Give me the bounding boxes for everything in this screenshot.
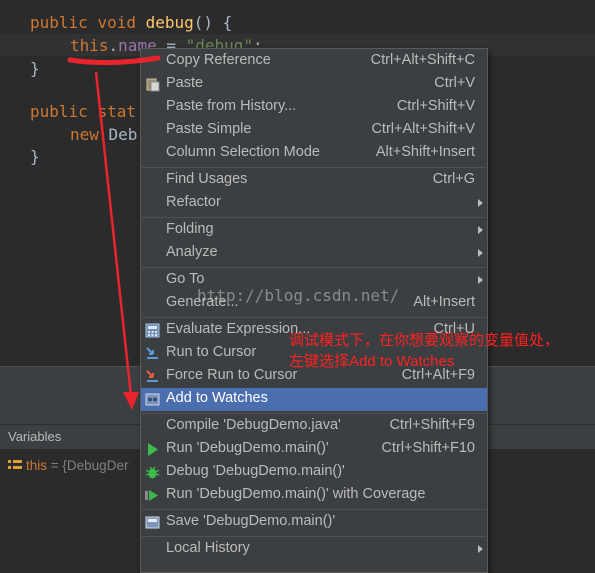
menu-separator (142, 267, 486, 268)
menu-item-compile[interactable]: Compile 'DebugDemo.java' Ctrl+Shift+F9 (141, 415, 487, 438)
menu-separator (142, 167, 486, 168)
code-text: () { (193, 13, 233, 32)
menu-item-label: Refactor (166, 194, 221, 210)
menu-separator (142, 217, 486, 218)
menu-item-label: Run 'DebugDemo.main()' with Coverage (166, 486, 426, 502)
menu-item-shortcut: Alt+Shift+Insert (375, 144, 475, 160)
menu-item-find-usages[interactable]: Find Usages Ctrl+G (141, 169, 487, 192)
menu-item-refactor[interactable]: Refactor (141, 192, 487, 215)
code-line-6[interactable]: } (30, 147, 40, 167)
menu-item-shortcut: Ctrl+Alt+Shift+C (370, 52, 475, 68)
menu-item-label: Debug 'DebugDemo.main()' (166, 463, 345, 479)
variable-value: = {DebugDer (47, 458, 129, 473)
variable-row[interactable]: this = {DebugDer (8, 458, 128, 473)
menu-item-label: Save 'DebugDemo.main()' (166, 513, 336, 529)
code-text: . (108, 36, 119, 55)
variable-name: this (26, 458, 48, 473)
annotation-note-line-2: 左键选择Add to Watches (289, 353, 455, 370)
code-line-3[interactable]: } (30, 59, 40, 79)
coverage-icon (145, 490, 158, 501)
method-name: debug (145, 13, 194, 32)
run-icon (148, 443, 158, 456)
variable-icon (8, 460, 22, 469)
menu-item-label: Run to Cursor (166, 344, 257, 360)
menu-item-paste-from-history[interactable]: Paste from History... Ctrl+Shift+V (141, 96, 487, 119)
run-to-cursor-icon (146, 347, 158, 359)
menu-item-label: Force Run to Cursor (166, 367, 298, 383)
annotation-note: 调试模式下，在你想要观察的变量值处， 左键选择Add to Watches (289, 330, 559, 372)
menu-separator (142, 317, 486, 318)
menu-item-debug-main[interactable]: Debug 'DebugDemo.main()' (141, 461, 487, 484)
keyword: this (70, 36, 109, 55)
menu-item-shortcut: Ctrl+Shift+F10 (381, 440, 476, 456)
editor-context-menu: Copy Reference Ctrl+Alt+Shift+C Paste Ct… (140, 48, 488, 573)
keyword: new (70, 125, 99, 144)
menu-item-label: Run 'DebugDemo.main()' (166, 440, 329, 456)
debug-icon (145, 466, 160, 479)
code-line-5[interactable]: new Deb (70, 125, 137, 145)
menu-item-local-history[interactable]: Local History (141, 538, 487, 561)
menu-item-label: Column Selection Mode (166, 144, 320, 160)
menu-item-paste-simple[interactable]: Paste Simple Ctrl+Alt+Shift+V (141, 119, 487, 142)
menu-item-add-to-watches[interactable]: Add to Watches (141, 388, 487, 411)
submenu-arrow-icon (478, 249, 483, 257)
keyword: stat (97, 102, 136, 121)
menu-item-save-configuration[interactable]: Save 'DebugDemo.main()' (141, 511, 487, 534)
annotation-note-line-1: 调试模式下，在你想要观察的变量值处， (289, 332, 560, 349)
menu-item-label: Local History (166, 540, 250, 556)
keyword: void (97, 13, 136, 32)
watermark-text: http://blog.csdn.net/ (197, 286, 400, 305)
menu-separator (142, 536, 486, 537)
paste-icon (146, 78, 160, 92)
menu-item-shortcut: Ctrl+G (432, 171, 475, 187)
menu-item-label: Analyze (166, 244, 218, 260)
menu-item-run-main[interactable]: Run 'DebugDemo.main()' Ctrl+Shift+F10 (141, 438, 487, 461)
menu-item-shortcut: Ctrl+Alt+Shift+V (371, 121, 475, 137)
menu-item-label: Find Usages (166, 171, 248, 187)
menu-item-label: Add to Watches (166, 390, 268, 406)
menu-item-label: Paste (166, 75, 204, 91)
menu-item-column-selection-mode[interactable]: Column Selection Mode Alt+Shift+Insert (141, 142, 487, 165)
menu-item-label: Paste from History... (166, 98, 297, 114)
menu-item-label: Folding (166, 221, 214, 237)
menu-item-shortcut: Ctrl+V (434, 75, 475, 91)
submenu-arrow-icon (478, 276, 483, 284)
keyword: public (30, 13, 88, 32)
watch-icon (145, 393, 160, 406)
submenu-arrow-icon (478, 545, 483, 553)
menu-item-label: Go To (166, 271, 205, 287)
variables-title: Variables (8, 429, 62, 444)
menu-item-label: Paste Simple (166, 121, 252, 137)
menu-item-shortcut: Ctrl+Shift+V (396, 98, 475, 114)
menu-item-folding[interactable]: Folding (141, 219, 487, 242)
menu-item-copy-reference[interactable]: Copy Reference Ctrl+Alt+Shift+C (141, 50, 487, 73)
code-text: Deb (98, 125, 138, 144)
submenu-arrow-icon (478, 226, 483, 234)
code-line-1[interactable]: public void debug() { (30, 13, 232, 33)
menu-item-shortcut: Ctrl+Shift+F9 (389, 417, 475, 433)
save-config-icon (145, 516, 160, 529)
menu-item-analyze[interactable]: Analyze (141, 242, 487, 265)
submenu-arrow-icon (478, 199, 483, 207)
menu-item-label: Copy Reference (166, 52, 271, 68)
menu-item-shortcut: Alt+Insert (413, 294, 475, 310)
keyword: public (30, 102, 88, 121)
force-run-to-cursor-icon (146, 370, 158, 382)
menu-separator (142, 413, 486, 414)
menu-item-run-with-coverage[interactable]: Run 'DebugDemo.main()' with Coverage (141, 484, 487, 507)
menu-separator (142, 509, 486, 510)
calculator-icon (145, 323, 160, 338)
code-line-4[interactable]: public stat (30, 102, 136, 122)
menu-item-paste[interactable]: Paste Ctrl+V (141, 73, 487, 96)
menu-item-label: Compile 'DebugDemo.java' (166, 417, 341, 433)
